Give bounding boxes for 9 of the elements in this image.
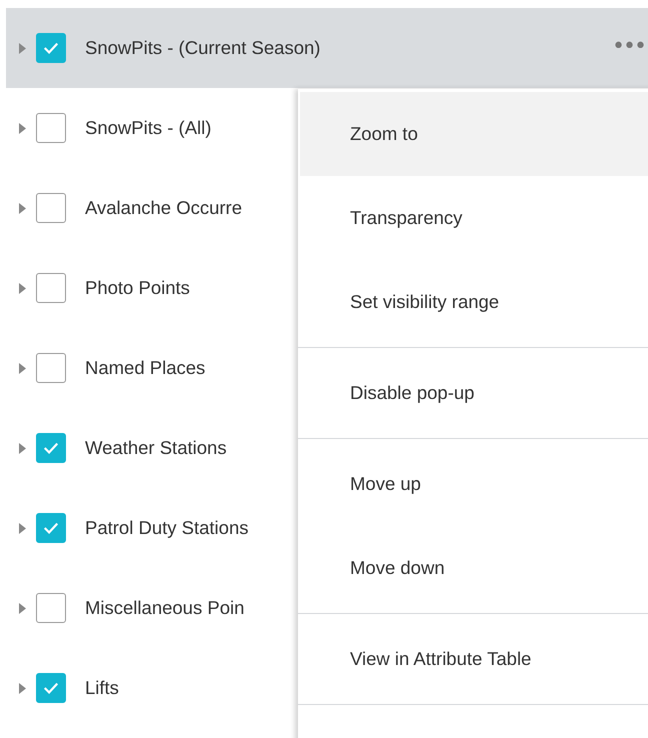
layer-name: SnowPits - (All) bbox=[85, 117, 212, 139]
layer-name: Miscellaneous Poin bbox=[85, 597, 244, 619]
layer-name: Patrol Duty Stations bbox=[85, 517, 248, 539]
layer-name: Lifts bbox=[85, 677, 119, 699]
layer-name: Avalanche Occurre bbox=[85, 197, 242, 219]
layer-name: SnowPits - (Current Season) bbox=[85, 37, 320, 59]
layer-name: Weather Stations bbox=[85, 437, 227, 459]
layer-name: Named Places bbox=[85, 357, 206, 379]
layer-name: Photo Points bbox=[85, 277, 190, 299]
